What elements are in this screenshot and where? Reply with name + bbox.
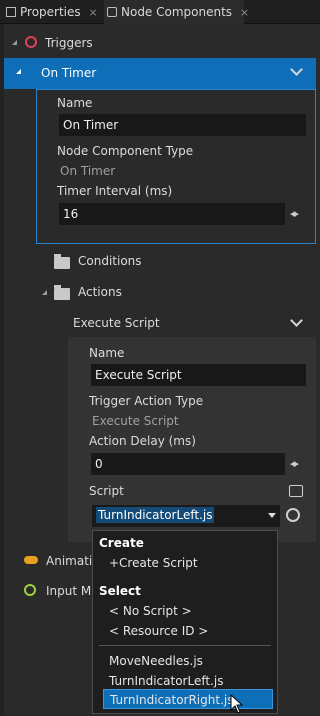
expand-actions-icon[interactable] <box>42 290 47 295</box>
script-label: Script <box>89 484 124 498</box>
action-name-field[interactable]: Execute Script <box>91 364 306 386</box>
close-icon[interactable]: ⨯ <box>240 6 249 19</box>
folder-icon <box>54 254 70 269</box>
left-gutter <box>0 24 4 716</box>
script-item-turnindicatorright[interactable]: TurnIndicatorRight.js <box>103 689 273 709</box>
folder-icon <box>54 285 70 300</box>
conditions-label[interactable]: Conditions <box>78 254 142 268</box>
script-item-moveneedles[interactable]: MoveNeedles.js <box>109 651 293 671</box>
expand-triggers-icon[interactable] <box>12 40 17 45</box>
input-manager-label[interactable]: Input Ma <box>46 584 99 598</box>
expand-on-timer-icon[interactable] <box>16 69 21 74</box>
drag-value-icon[interactable]: ◂▸ <box>290 207 299 220</box>
properties-icon <box>6 7 16 17</box>
name-label: Name <box>57 96 93 110</box>
execute-script-header[interactable]: Execute Script <box>73 316 160 330</box>
delay-field[interactable]: 0 <box>91 453 285 475</box>
node-components-icon <box>107 7 117 17</box>
name-field[interactable]: On Timer <box>59 114 306 136</box>
triggers-icon <box>25 36 37 48</box>
interval-label: Timer Interval (ms) <box>57 184 173 198</box>
on-timer-label[interactable]: On Timer <box>41 66 96 80</box>
script-select-value[interactable]: TurnIndicatorLeft.js <box>96 507 215 523</box>
go-to-script-icon[interactable] <box>286 508 300 522</box>
interval-field[interactable]: 16 <box>59 203 285 225</box>
tab-properties[interactable]: Properties ⨯ <box>6 0 98 24</box>
action-type-value: Execute Script <box>92 414 179 428</box>
mouse-cursor-icon <box>230 694 244 714</box>
tab-bar: Properties ⨯ Node Components ⨯ <box>0 0 320 24</box>
script-item-turnindicatorleft[interactable]: TurnIndicatorLeft.js <box>109 671 293 691</box>
create-script-item[interactable]: +Create Script <box>109 553 293 573</box>
create-heading: Create <box>99 536 144 550</box>
delay-label: Action Delay (ms) <box>89 434 196 448</box>
tab-properties-label: Properties <box>20 5 81 19</box>
tab-node-components-label: Node Components <box>121 5 233 19</box>
action-type-label: Trigger Action Type <box>89 394 204 408</box>
type-value: On Timer <box>60 164 116 178</box>
drag-value-icon[interactable]: ◂▸ <box>290 457 299 470</box>
resource-id-item[interactable]: < Resource ID > <box>109 621 293 641</box>
type-label: Node Component Type <box>57 144 194 158</box>
close-icon[interactable]: ⨯ <box>88 6 97 19</box>
dropdown-arrow-icon[interactable] <box>268 513 276 518</box>
select-heading: Select <box>99 584 141 598</box>
no-script-item[interactable]: < No Script > <box>109 601 293 621</box>
input-manager-icon <box>24 584 36 596</box>
open-script-editor-icon[interactable] <box>289 485 303 497</box>
separator <box>99 645 271 646</box>
tab-node-components[interactable]: Node Components ⨯ <box>104 0 249 24</box>
name-label: Name <box>89 346 125 360</box>
script-dropdown: Create +Create Script Select < No Script… <box>92 530 278 714</box>
animations-icon <box>24 556 38 564</box>
actions-label[interactable]: Actions <box>78 285 122 299</box>
triggers-label[interactable]: Triggers <box>45 36 93 50</box>
